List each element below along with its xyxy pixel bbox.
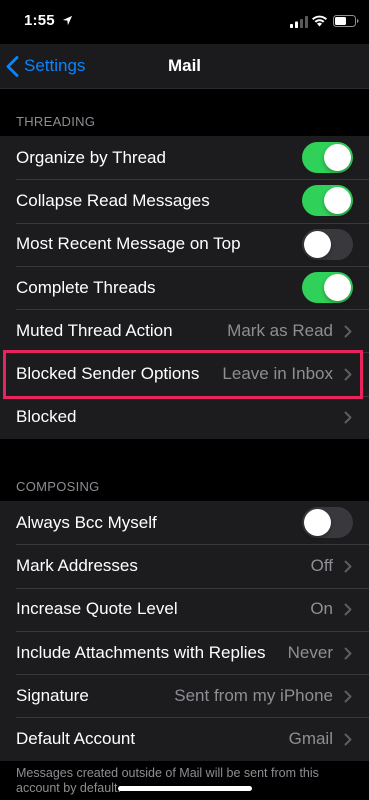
collapse-read-messages-toggle[interactable] <box>302 185 353 217</box>
chevron-right-icon <box>344 603 352 616</box>
row-signature[interactable]: Signature Sent from my iPhone <box>0 674 369 717</box>
toggle-knob <box>324 144 351 172</box>
row-label: Blocked <box>16 407 77 427</box>
toggle-knob <box>324 274 351 302</box>
mail-settings-screen: 1:55 Settings Mail THREADING Organize by… <box>0 0 369 800</box>
row-value: On <box>310 599 333 619</box>
home-indicator[interactable] <box>118 786 252 791</box>
row-blocked-sender-options[interactable]: Blocked Sender Options Leave in Inbox <box>0 352 369 395</box>
organize-by-thread-toggle[interactable] <box>302 142 353 174</box>
most-recent-on-top-toggle[interactable] <box>302 228 353 260</box>
row-most-recent-on-top: Most Recent Message on Top <box>0 222 369 266</box>
row-label: Organize by Thread <box>16 147 166 167</box>
row-label: Default Account <box>16 729 136 749</box>
status-time: 1:55 <box>24 12 55 29</box>
row-label: Mark Addresses <box>16 555 138 575</box>
row-muted-thread-action[interactable]: Muted Thread Action Mark as Read <box>0 309 369 352</box>
composing-group: Always Bcc Myself Mark Addresses Off Inc… <box>0 501 369 761</box>
always-bcc-myself-toggle[interactable] <box>302 507 353 539</box>
row-label: Signature <box>16 685 89 705</box>
cellular-signal-icon <box>290 16 308 28</box>
row-increase-quote-level[interactable]: Increase Quote Level On <box>0 587 369 631</box>
composing-footer-note: Messages created outside of Mail will be… <box>16 766 319 795</box>
row-value: Mark as Read <box>227 320 333 340</box>
navigation-bar: Settings Mail <box>0 44 369 89</box>
row-label: Muted Thread Action <box>16 320 173 340</box>
chevron-right-icon <box>344 647 352 660</box>
toggle-knob <box>304 230 331 258</box>
row-value: Never <box>287 642 333 662</box>
row-value: Gmail <box>288 729 333 749</box>
chevron-right-icon <box>344 733 352 746</box>
threading-group: Organize by Thread Collapse Read Message… <box>0 136 369 440</box>
wifi-icon <box>312 15 327 27</box>
chevron-right-icon <box>344 690 352 703</box>
row-always-bcc-myself: Always Bcc Myself <box>0 501 369 544</box>
chevron-right-icon <box>344 411 352 424</box>
chevron-right-icon <box>344 325 352 338</box>
row-label: Most Recent Message on Top <box>16 234 241 254</box>
row-organize-by-thread: Organize by Thread <box>0 136 369 179</box>
row-value: Leave in Inbox <box>222 364 333 384</box>
row-mark-addresses[interactable]: Mark Addresses Off <box>0 544 369 587</box>
row-complete-threads: Complete Threads <box>0 265 369 309</box>
row-value: Sent from my iPhone <box>174 685 333 705</box>
toggle-knob <box>304 509 331 537</box>
chevron-right-icon <box>344 560 352 573</box>
row-label: Include Attachments with Replies <box>16 642 266 662</box>
status-bar: 1:55 <box>0 0 369 44</box>
row-include-attachments[interactable]: Include Attachments with Replies Never <box>0 630 369 674</box>
section-header-threading: THREADING <box>16 114 96 129</box>
location-arrow-icon <box>62 15 73 26</box>
row-label: Increase Quote Level <box>16 599 178 619</box>
toggle-knob <box>324 187 351 215</box>
section-header-composing: COMPOSING <box>16 479 100 494</box>
row-default-account[interactable]: Default Account Gmail <box>0 717 369 760</box>
row-label: Collapse Read Messages <box>16 190 210 210</box>
chevron-right-icon <box>344 368 352 381</box>
battery-icon <box>333 15 359 27</box>
row-collapse-read-messages: Collapse Read Messages <box>0 179 369 222</box>
complete-threads-toggle[interactable] <box>302 272 353 304</box>
row-label: Blocked Sender Options <box>16 364 200 384</box>
row-label: Always Bcc Myself <box>16 512 157 532</box>
row-blocked[interactable]: Blocked <box>0 395 369 439</box>
row-value: Off <box>310 555 333 575</box>
row-label: Complete Threads <box>16 277 156 297</box>
page-title: Mail <box>167 56 202 75</box>
